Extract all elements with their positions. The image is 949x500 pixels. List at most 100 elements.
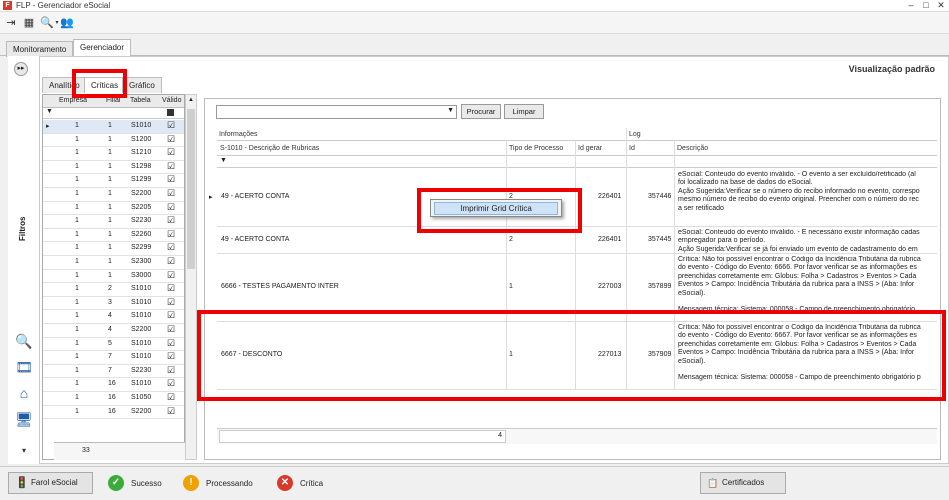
col-tipo-processo[interactable]: Tipo de Processo — [509, 145, 563, 152]
table-row[interactable]: 1 16 S1010 ☑ — [43, 378, 184, 392]
valid-checkbox-icon[interactable]: ☑ — [167, 310, 175, 321]
valid-checkbox-icon[interactable]: ☑ — [167, 338, 175, 349]
rubrica-cell: 49 - ACERTO CONTA — [221, 193, 290, 200]
table-row[interactable]: 1 1 S2230 ☑ — [43, 215, 184, 229]
col-descricao-rubricas[interactable]: S-1010 - Descrição de Rubricas — [220, 145, 319, 152]
empresa-cell: 1 — [75, 407, 79, 415]
empresa-cell: 1 — [75, 394, 79, 401]
scroll-thumb[interactable] — [187, 109, 195, 269]
valid-checkbox-icon[interactable]: ☑ — [167, 351, 175, 362]
table-row[interactable]: 1 1 S2205 ☑ — [43, 202, 184, 216]
table-row[interactable]: 1 1 S3000 ☑ — [43, 270, 184, 284]
tabela-cell: S2200 — [131, 407, 152, 415]
sucesso-label: Sucesso — [131, 479, 162, 488]
right-filter-row[interactable]: ▼ — [217, 155, 937, 168]
filter-icon[interactable]: ▼ — [46, 108, 53, 115]
table-row[interactable]: 1 3 S1010 ☑ — [43, 297, 184, 311]
table-row[interactable]: 1 7 S2230 ☑ — [43, 365, 184, 379]
col-descricao-log[interactable]: Descrição — [677, 145, 708, 152]
valid-checkbox-icon[interactable]: ☑ — [167, 120, 175, 131]
valid-checkbox-icon[interactable]: ☑ — [167, 134, 175, 145]
col-id[interactable]: Id — [629, 145, 635, 152]
valid-checkbox-icon[interactable]: ☑ — [167, 174, 175, 185]
warning-icon: ! — [183, 475, 199, 491]
filial-cell: 1 — [108, 217, 112, 225]
log-line: Ação Sugerida:Verificar se o número do r… — [678, 187, 920, 195]
tab-grafico[interactable]: Gráfico — [122, 77, 162, 93]
film-icon[interactable]: 🎞 — [13, 356, 35, 378]
col-id-gerar[interactable]: Id gerar — [578, 145, 602, 152]
grid-icon[interactable]: ▦ — [22, 16, 36, 30]
table-row[interactable]: 1 1 S2300 ☑ — [43, 256, 184, 270]
toolbar: ⇥ ▦ 🔍 ▾ 👥 — [0, 12, 949, 34]
valid-checkbox-icon[interactable]: ☑ — [167, 188, 175, 199]
table-row[interactable]: 1 5 S1010 ☑ — [43, 338, 184, 352]
empresa-cell: 1 — [75, 135, 79, 143]
col-valido[interactable]: Válido — [162, 97, 181, 104]
maximize-button[interactable]: □ — [919, 0, 933, 11]
valid-checkbox-icon[interactable]: ☑ — [167, 365, 175, 376]
filial-cell: 1 — [108, 258, 112, 265]
table-row[interactable]: 1 1 S1298 ☑ — [43, 161, 184, 175]
users-icon[interactable]: 👥 — [60, 16, 74, 30]
tabela-cell: S3000 — [131, 271, 152, 279]
tabela-cell: S2299 — [131, 244, 152, 252]
valid-checkbox-icon[interactable]: ☑ — [167, 215, 175, 226]
farol-esocial-button[interactable]: 🚦 Farol eSocial — [8, 472, 93, 494]
filter-icon[interactable]: ▼ — [220, 157, 227, 164]
valid-checkbox-icon[interactable]: ☑ — [167, 324, 175, 335]
close-window-button[interactable]: ✕ — [934, 0, 948, 11]
table-row[interactable]: 1 1 S1210 ☑ — [43, 147, 184, 161]
minimize-button[interactable]: – — [904, 0, 918, 11]
filter-checkbox[interactable] — [167, 109, 174, 116]
valid-checkbox-icon[interactable]: ☑ — [167, 270, 175, 281]
table-row[interactable]: 1 16 S1050 ☑ — [43, 392, 184, 406]
certificados-button[interactable]: 📋 Certificados — [700, 472, 786, 494]
valid-checkbox-icon[interactable]: ☑ — [167, 202, 175, 213]
filial-cell: 7 — [108, 366, 112, 374]
table-row[interactable]: 1 1 S2200 ☑ — [43, 188, 184, 202]
home-icon[interactable]: ⌂ — [13, 382, 35, 404]
filial-cell: 1 — [108, 230, 112, 238]
valid-checkbox-icon[interactable]: ☑ — [167, 392, 175, 403]
table-row[interactable]: 1 1 S1200 ☑ — [43, 134, 184, 148]
procurar-button[interactable]: Procurar — [461, 104, 501, 119]
table-row[interactable]: 1 1 S2260 ☑ — [43, 229, 184, 243]
valid-checkbox-icon[interactable]: ☑ — [167, 297, 175, 308]
empresa-cell: 1 — [75, 217, 79, 225]
valid-checkbox-icon[interactable]: ☑ — [167, 406, 175, 417]
valid-checkbox-icon[interactable]: ☑ — [167, 256, 175, 267]
valid-checkbox-icon[interactable]: ☑ — [167, 161, 175, 172]
tab-gerenciador[interactable]: Gerenciador — [73, 39, 132, 57]
table-row[interactable]: 1 7 S1010 ☑ — [43, 351, 184, 365]
col-empresa[interactable]: Empresa — [59, 97, 87, 104]
table-row[interactable]: 1 2 S1010 ☑ — [43, 283, 184, 297]
vertical-scrollbar[interactable]: ▲ — [185, 94, 197, 460]
expand-filters-button[interactable]: ▸▸ — [14, 62, 28, 76]
limpar-button[interactable]: Limpar — [504, 104, 544, 119]
table-row[interactable]: ▸ 1 1 S1010 ☑ — [43, 120, 184, 134]
search-icon[interactable]: 🔍 — [13, 330, 35, 352]
exit-icon[interactable]: ⇥ — [4, 16, 18, 30]
valid-checkbox-icon[interactable]: ☑ — [167, 229, 175, 240]
table-row[interactable]: 1 4 S1010 ☑ — [43, 310, 184, 324]
table-row[interactable]: 1 4 S2200 ☑ — [43, 324, 184, 338]
chevron-down-icon[interactable]: ▾ — [13, 440, 35, 462]
grid-filter-row[interactable]: ▼ — [43, 108, 184, 119]
monitor-icon[interactable]: 🖥 — [13, 408, 35, 430]
empresa-cell: 1 — [75, 298, 79, 306]
table-row[interactable]: 1 16 S2200 ☑ — [43, 406, 184, 420]
col-tabela[interactable]: Tabela — [130, 97, 151, 104]
valid-checkbox-icon[interactable]: ☑ — [167, 378, 175, 389]
valid-checkbox-icon[interactable]: ☑ — [167, 283, 175, 294]
filter-select[interactable]: ▼ — [216, 105, 457, 119]
filial-cell: 1 — [108, 122, 112, 129]
tabela-cell: S1010 — [131, 380, 152, 388]
col-filial[interactable]: Filial — [106, 97, 120, 104]
scroll-up-icon[interactable]: ▲ — [188, 97, 194, 103]
valid-checkbox-icon[interactable]: ☑ — [167, 242, 175, 253]
table-row[interactable]: 1 1 S2299 ☑ — [43, 242, 184, 256]
valid-checkbox-icon[interactable]: ☑ — [167, 147, 175, 158]
tab-monitoramento[interactable]: Monitoramento — [6, 41, 74, 57]
table-row[interactable]: 1 1 S1299 ☑ — [43, 174, 184, 188]
